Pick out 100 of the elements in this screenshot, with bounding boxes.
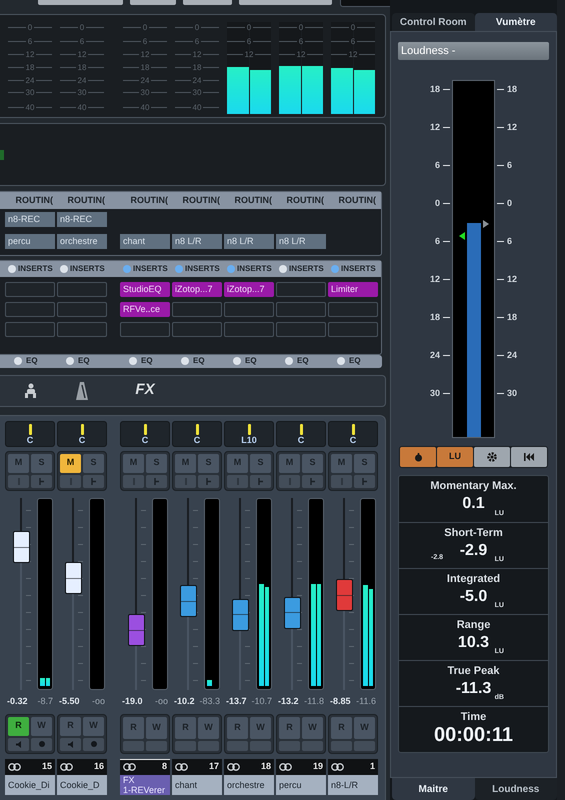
channel-name[interactable]: FX 1-REVerer [120, 774, 170, 795]
routing-slot[interactable]: n8 L/R [224, 234, 274, 250]
read-button[interactable]: R [8, 716, 29, 736]
write-button[interactable]: W [250, 716, 271, 740]
routing-slot[interactable]: n8-REC [57, 212, 107, 228]
pan-knob[interactable]: C [328, 420, 378, 447]
channel-name[interactable]: Cookie_D [57, 774, 107, 795]
listen-button[interactable] [60, 474, 81, 488]
write-button[interactable]: W [146, 716, 167, 740]
insert-slot[interactable] [5, 282, 55, 297]
listen-button[interactable] [227, 474, 248, 488]
listen-button[interactable] [123, 474, 144, 488]
solo-button[interactable]: S [198, 454, 219, 473]
pan-knob[interactable]: C [120, 420, 170, 447]
monitor-button[interactable] [8, 738, 29, 751]
empty-button[interactable] [279, 741, 300, 751]
channel-name[interactable]: percu [276, 774, 326, 795]
pan-knob[interactable]: L10 [224, 420, 274, 447]
routing-slot[interactable]: n8 L/R [172, 234, 222, 250]
listen-button[interactable] [279, 474, 300, 488]
insert-slot[interactable] [120, 322, 170, 337]
fader-handle[interactable] [65, 562, 82, 594]
read-button[interactable]: R [123, 716, 144, 740]
write-button[interactable]: W [31, 716, 52, 736]
pan-knob[interactable]: C [276, 420, 326, 447]
empty-button[interactable] [123, 741, 144, 751]
insert-slot[interactable] [5, 302, 55, 317]
panel-tab[interactable]: Control Room [392, 13, 474, 31]
fader-handle[interactable] [180, 585, 197, 618]
insert-slot[interactable] [5, 322, 55, 337]
listen-button[interactable] [8, 474, 29, 488]
fader-handle[interactable] [336, 579, 353, 612]
insert-slot[interactable]: iZotop...7 [172, 282, 222, 297]
edit-button[interactable] [146, 474, 167, 488]
power-button[interactable] [400, 447, 436, 467]
routing-slot[interactable]: n8-REC [5, 212, 55, 228]
write-button[interactable]: W [302, 716, 323, 740]
mute-button[interactable]: M [60, 454, 81, 473]
empty-button[interactable] [198, 741, 219, 751]
insert-slot[interactable] [276, 302, 326, 317]
routing-slot[interactable]: percu [5, 234, 55, 250]
preset-dropdown[interactable]: Loudness - [398, 42, 549, 60]
fader-handle[interactable] [13, 531, 30, 564]
solo-button[interactable]: S [250, 454, 271, 473]
record-button[interactable] [83, 738, 104, 751]
pan-knob[interactable]: C [172, 420, 222, 447]
read-button[interactable]: R [279, 716, 300, 740]
edit-button[interactable] [198, 474, 219, 488]
settings-button[interactable] [474, 447, 510, 467]
channel-name[interactable]: chant [172, 774, 222, 795]
channel-name[interactable]: n8-L/R [328, 774, 378, 795]
insert-slot[interactable]: iZotop...7 [224, 282, 274, 297]
panel-tab[interactable]: Loudness [474, 778, 557, 800]
listen-button[interactable] [175, 474, 196, 488]
insert-slot[interactable] [328, 302, 378, 317]
panel-tab[interactable]: Maitre [392, 778, 474, 800]
empty-button[interactable] [227, 741, 248, 751]
insert-slot[interactable]: RFVe‥ce [120, 302, 170, 317]
read-button[interactable]: R [175, 716, 196, 740]
monitor-button[interactable] [60, 738, 81, 751]
pan-knob[interactable]: C [5, 420, 55, 447]
insert-slot[interactable] [57, 302, 107, 317]
mute-button[interactable]: M [123, 454, 144, 473]
write-button[interactable]: W [83, 716, 104, 736]
routing-slot[interactable]: n8 L/R [276, 234, 326, 250]
mute-button[interactable]: M [279, 454, 300, 473]
solo-button[interactable]: S [354, 454, 375, 473]
insert-slot[interactable] [328, 322, 378, 337]
fader-handle[interactable] [232, 598, 249, 631]
mute-button[interactable]: M [8, 454, 29, 473]
fader-handle[interactable] [128, 614, 145, 646]
write-button[interactable]: W [198, 716, 219, 740]
insert-slot[interactable] [276, 282, 326, 297]
empty-button[interactable] [146, 741, 167, 751]
insert-slot[interactable]: StudioEQ [120, 282, 170, 297]
pan-knob[interactable]: C [57, 420, 107, 447]
empty-button[interactable] [331, 741, 352, 751]
insert-slot[interactable]: Limiter [328, 282, 378, 297]
insert-slot[interactable] [224, 322, 274, 337]
edit-button[interactable] [250, 474, 271, 488]
edit-button[interactable] [31, 474, 52, 488]
empty-button[interactable] [250, 741, 271, 751]
channel-name[interactable]: orchestre [224, 774, 274, 795]
insert-slot[interactable] [57, 282, 107, 297]
solo-button[interactable]: S [302, 454, 323, 473]
solo-button[interactable]: S [31, 454, 52, 473]
listen-button[interactable] [331, 474, 352, 488]
routing-slot[interactable]: orchestre [57, 234, 107, 250]
mute-button[interactable]: M [331, 454, 352, 473]
solo-button[interactable]: S [83, 454, 104, 473]
read-button[interactable]: R [60, 716, 81, 736]
edit-button[interactable] [354, 474, 375, 488]
empty-button[interactable] [175, 741, 196, 751]
record-button[interactable] [31, 738, 52, 751]
routing-slot[interactable]: chant [120, 234, 170, 250]
insert-slot[interactable] [276, 322, 326, 337]
insert-slot[interactable] [224, 302, 274, 317]
panel-tab[interactable]: Vumètre [474, 13, 557, 31]
edit-button[interactable] [302, 474, 323, 488]
write-button[interactable]: W [354, 716, 375, 740]
